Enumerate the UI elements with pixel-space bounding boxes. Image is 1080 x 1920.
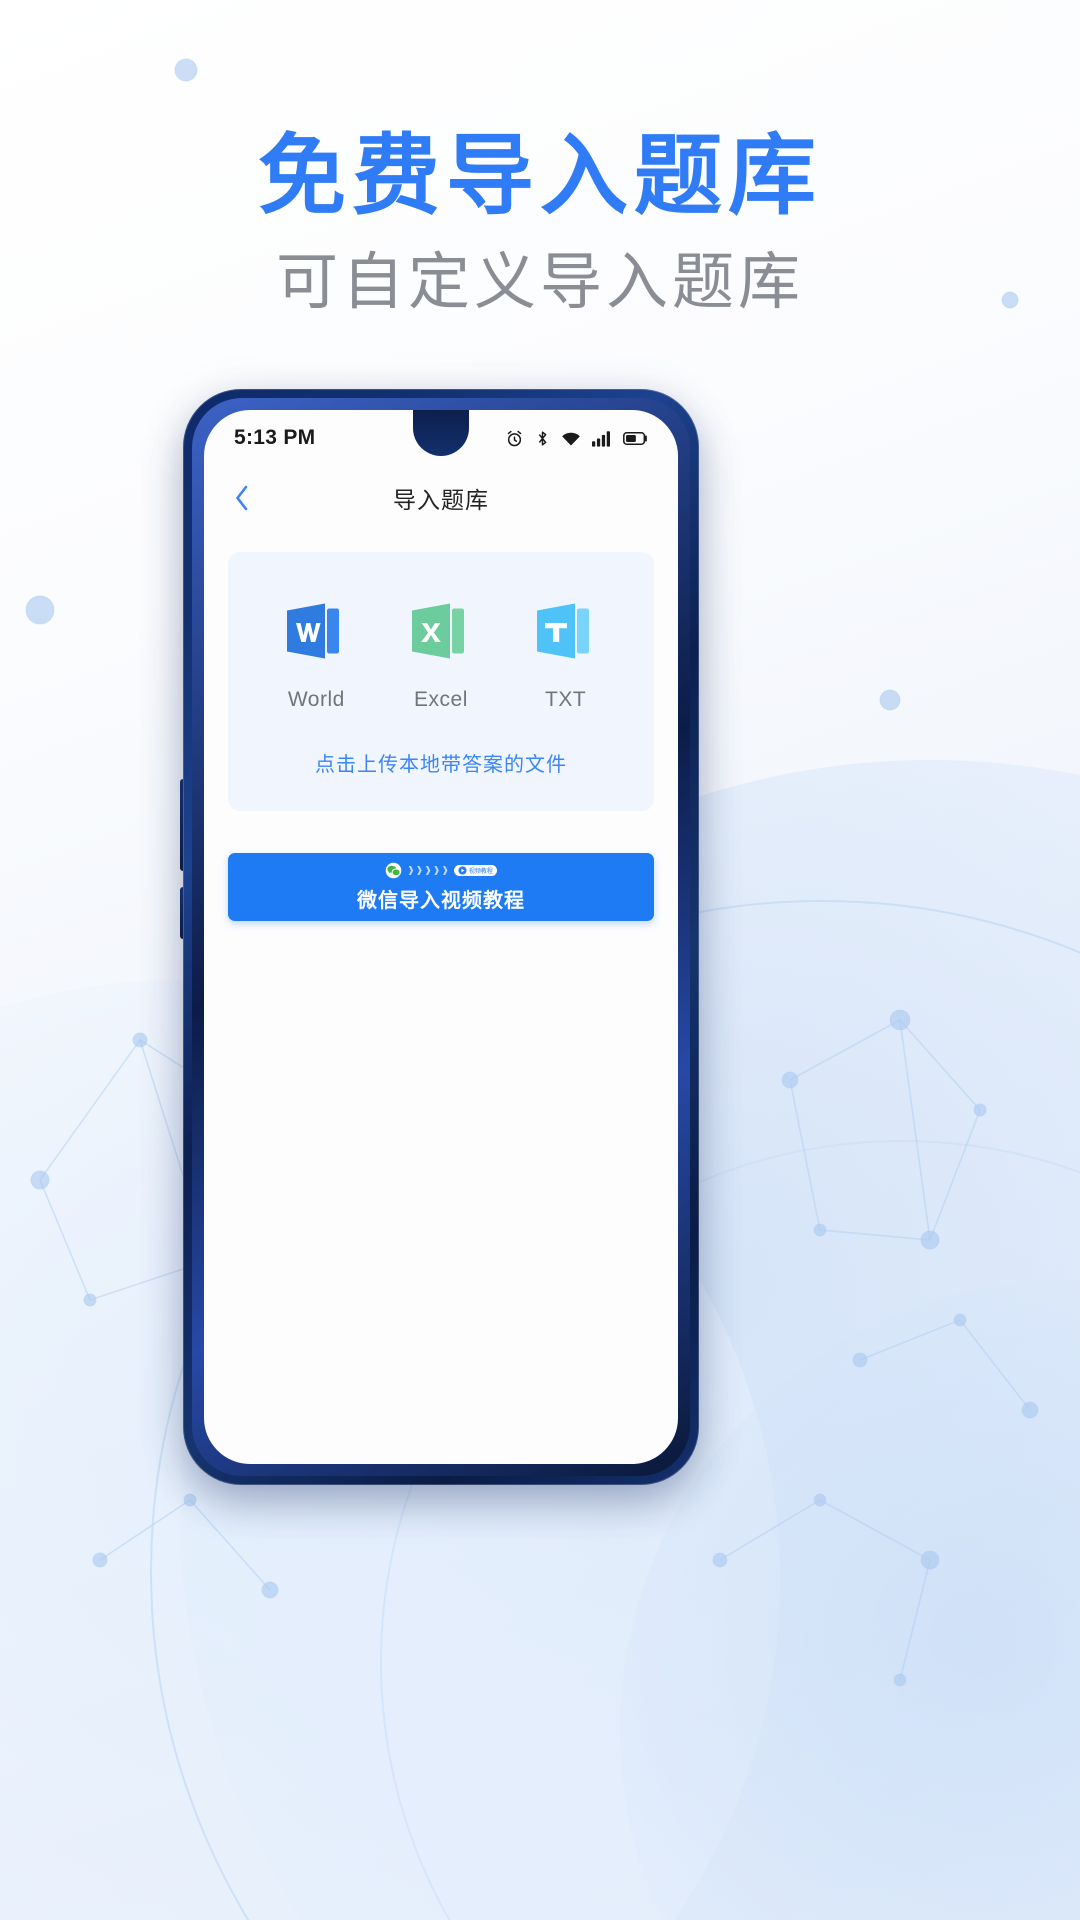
filetype-excel[interactable]: Excel (386, 594, 496, 712)
signal-icon (592, 430, 610, 447)
wechat-icon (385, 862, 402, 878)
status-time: 5:13 PM (234, 426, 316, 449)
wifi-icon (562, 432, 580, 445)
phone-screen: 5:13 PM 导入题库 World Excel TXT 点击上传本地带答案的文… (204, 410, 678, 1464)
arrows-right-icon: ❱ ❱ ❱ ❱ ❱ (407, 864, 449, 875)
page-title: 免费导入题库 (257, 129, 822, 226)
wechat-tutorial-button[interactable]: ❱ ❱ ❱ ❱ ❱ 视频教程 微信导入视频教程 (228, 853, 654, 921)
status-bar: 5:13 PM (204, 410, 678, 466)
excel-icon-glyph (411, 603, 464, 659)
phone-frame: 5:13 PM 导入题库 World Excel TXT 点击上传本地带答案的文… (183, 389, 699, 1485)
filetype-txt[interactable]: TXT (511, 594, 621, 712)
play-badge-icon: 视频教程 (453, 864, 497, 876)
alarm-icon (507, 430, 522, 446)
filetype-label: Excel (414, 688, 468, 711)
promo-headings: 免费导入题库 可自定义导入题库 (0, 0, 1080, 317)
phone-bezel: 5:13 PM 导入题库 World Excel TXT 点击上传本地带答案的文… (192, 398, 690, 1476)
txt-file-icon (511, 594, 621, 668)
phone-mockup: 5:13 PM 导入题库 World Excel TXT 点击上传本地带答案的文… (180, 389, 699, 1485)
page-subtitle: 可自定义导入题库 (275, 249, 804, 317)
filetype-label: World (287, 688, 345, 711)
word-icon-glyph (287, 603, 340, 659)
bluetooth-icon (538, 430, 547, 446)
upload-card[interactable]: World Excel TXT 点击上传本地带答案的文件 (228, 552, 654, 811)
excel-file-icon (386, 594, 496, 668)
app-content: World Excel TXT 点击上传本地带答案的文件 ❱ ❱ ❱ ❱ ❱ 视… (204, 530, 678, 1464)
wechat-button-label: 微信导入视频教程 (357, 890, 525, 912)
battery-icon (623, 431, 647, 445)
navbar-title: 导入题库 (393, 487, 489, 513)
word-file-icon (261, 594, 371, 668)
filetype-word[interactable]: World (261, 594, 371, 712)
filetype-label: TXT (545, 688, 587, 711)
status-icons (505, 429, 648, 448)
wechat-button-icons: ❱ ❱ ❱ ❱ ❱ 视频教程 (385, 861, 497, 879)
play-icon (458, 865, 467, 875)
filetype-list: World Excel TXT (228, 594, 654, 712)
play-badge-label: 视频教程 (468, 868, 493, 875)
upload-hint-link[interactable]: 点击上传本地带答案的文件 (228, 748, 654, 777)
app-navbar: 导入题库 (204, 466, 678, 530)
txt-icon-glyph (536, 603, 589, 659)
